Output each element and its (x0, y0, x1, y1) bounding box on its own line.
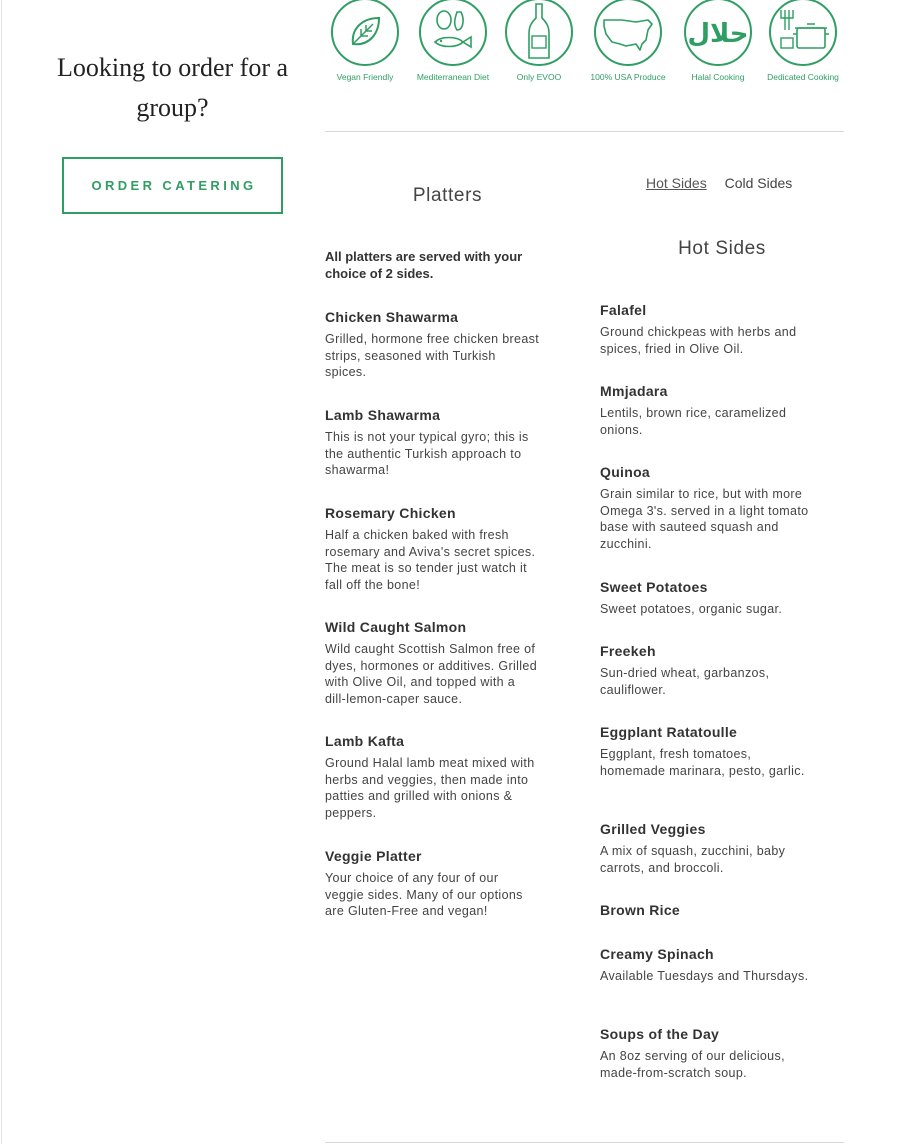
tab-hot-sides[interactable]: Hot Sides (646, 175, 707, 191)
leaf-icon (331, 0, 399, 66)
badge-label: Vegan Friendly (336, 72, 394, 82)
item-name: Freekeh (600, 643, 656, 659)
olive-oil-bottle-icon (505, 0, 573, 66)
menu-item: Lamb Shawarma This is not your typical g… (325, 406, 540, 479)
item-name: Sweet Potatoes (600, 579, 708, 595)
item-name: Wild Caught Salmon (325, 619, 467, 635)
item-name: Falafel (600, 302, 647, 318)
item-description: A mix of squash, zucchini, baby carrots,… (600, 844, 786, 875)
menu-item: Creamy Spinach Available Tuesdays and Th… (600, 945, 810, 985)
badge-halal: حلال Halal Cooking (673, 0, 763, 82)
olive-fish-icon (419, 0, 487, 66)
halal-icon: حلال (684, 0, 752, 66)
item-description: Your choice of any four of our veggie si… (325, 871, 523, 919)
menu-item: Soups of the Day An 8oz serving of our d… (600, 1025, 810, 1081)
item-name: Grilled Veggies (600, 821, 706, 837)
feature-badges: Vegan Friendly Mediterranean Diet Only E… (325, 0, 845, 90)
badge-label: Only EVOO (516, 72, 562, 82)
menu-item: Quinoa Grain similar to rice, but with m… (600, 463, 810, 553)
item-name: Creamy Spinach (600, 946, 714, 962)
menu-item: Grilled Veggies A mix of squash, zucchin… (600, 820, 810, 876)
menu-item: Veggie Platter Your choice of any four o… (325, 847, 540, 920)
item-name: Mmjadara (600, 383, 668, 399)
item-description: Sweet potatoes, organic sugar. (600, 602, 783, 616)
menu-item: Chicken Shawarma Grilled, hormone free c… (325, 308, 540, 381)
menu-item: Brown Rice (600, 901, 810, 924)
badge-label: Dedicated Cooking (767, 72, 839, 82)
item-description: Sun-dried wheat, garbanzos, cauliflower. (600, 666, 770, 697)
menu-item: Falafel Ground chickpeas with herbs and … (600, 301, 810, 357)
item-description: Half a chicken baked with fresh rosemary… (325, 528, 536, 593)
sides-tabs: Hot Sides Cold Sides (646, 175, 806, 191)
menu-item: Eggplant Ratatoulle Eggplant, fresh toma… (600, 723, 810, 779)
badge-usa: 100% USA Produce (583, 0, 673, 82)
item-name: Eggplant Ratatoulle (600, 724, 738, 740)
hot-sides-heading: Hot Sides (678, 238, 766, 259)
cooking-pot-icon (769, 0, 837, 66)
menu-item: Mmjadara Lentils, brown rice, caramelize… (600, 382, 810, 438)
badge-vegan: Vegan Friendly (320, 0, 410, 82)
item-description: Ground Halal lamb meat mixed with herbs … (325, 756, 535, 821)
item-description: An 8oz serving of our delicious, made-fr… (600, 1049, 785, 1080)
badge-dedicated-cooking: Dedicated Cooking (758, 0, 848, 82)
item-name: Brown Rice (600, 902, 681, 918)
item-name: Chicken Shawarma (325, 309, 459, 325)
platters-intro: All platters are served with your choice… (325, 249, 523, 281)
item-description: Grain similar to rice, but with more Ome… (600, 487, 809, 552)
item-description: Ground chickpeas with herbs and spices, … (600, 325, 797, 356)
menu-item: Rosemary Chicken Half a chicken baked wi… (325, 504, 540, 594)
divider-bottom (325, 1142, 844, 1143)
divider-top (325, 131, 844, 132)
item-name: Rosemary Chicken (325, 505, 456, 521)
item-name: Lamb Kafta (325, 733, 405, 749)
item-name: Soups of the Day (600, 1026, 720, 1042)
badge-label: Mediterranean Diet (416, 72, 490, 82)
page-left-border (1, 0, 2, 1144)
platters-heading: Platters (412, 185, 483, 206)
item-description: Eggplant, fresh tomatoes, homemade marin… (600, 747, 805, 778)
badge-label: Halal Cooking (691, 72, 745, 82)
halal-glyph: حلال (687, 19, 748, 49)
item-description: This is not your typical gyro; this is t… (325, 430, 529, 478)
menu-item: Lamb Kafta Ground Halal lamb meat mixed … (325, 732, 540, 822)
item-description: Wild caught Scottish Salmon free of dyes… (325, 642, 537, 707)
item-name: Lamb Shawarma (325, 407, 441, 423)
item-name: Veggie Platter (325, 848, 422, 864)
item-description: Available Tuesdays and Thursdays. (600, 969, 809, 983)
item-description: Lentils, brown rice, caramelized onions. (600, 406, 787, 437)
menu-item: Freekeh Sun-dried wheat, garbanzos, caul… (600, 642, 810, 698)
tab-cold-sides[interactable]: Cold Sides (725, 175, 793, 191)
item-description: Grilled, hormone free chicken breast str… (325, 332, 540, 380)
catering-heading: Looking to order for a group? (56, 53, 289, 122)
badge-label: 100% USA Produce (590, 72, 666, 82)
item-name: Quinoa (600, 464, 651, 480)
menu-item: Sweet Potatoes Sweet potatoes, organic s… (600, 578, 810, 618)
menu-item: Wild Caught Salmon Wild caught Scottish … (325, 618, 540, 708)
usa-map-icon (594, 0, 662, 66)
badge-evoo: Only EVOO (494, 0, 584, 82)
order-catering-button[interactable]: ORDER CATERING (62, 157, 283, 214)
badge-mediterranean: Mediterranean Diet (408, 0, 498, 82)
